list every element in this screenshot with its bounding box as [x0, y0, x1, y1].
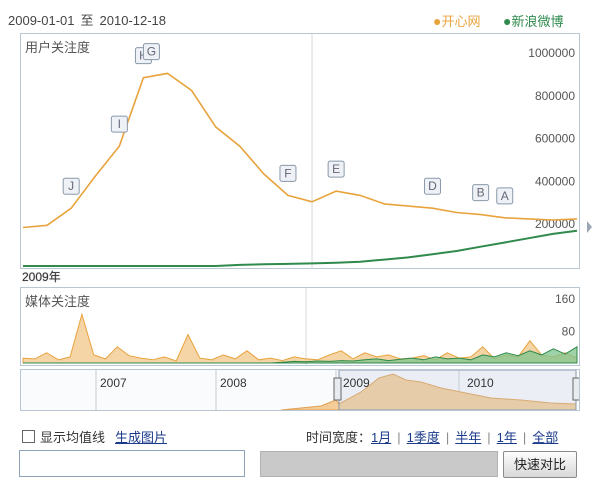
year-label: 2009年 [22, 270, 61, 284]
user-attention-plot[interactable]: 2000004000006000008000001000000JIHGFEDBA [21, 34, 579, 268]
y-tick-label: 160 [555, 292, 575, 306]
event-flag: J [62, 177, 80, 195]
navigator-year-label: 2009 [343, 376, 370, 390]
navigator-plot: 2007 2008 2009 2010 [95, 369, 581, 411]
series-line-weibo [23, 229, 578, 267]
range-half-year[interactable]: 半年 [455, 430, 481, 445]
navigator-year-label: 2007 [100, 376, 127, 390]
generate-image-link[interactable]: 生成图片 [115, 430, 167, 445]
event-flag-label: I [118, 117, 121, 131]
event-flag-label: D [428, 179, 437, 193]
media-area-kaixin [22, 312, 578, 364]
event-flag: I [110, 115, 128, 133]
event-flag-label: J [68, 179, 74, 193]
event-flag: G [142, 43, 160, 61]
user-attention-title: 用户关注度 [25, 40, 91, 55]
navigator-year-label: 2010 [467, 376, 494, 390]
range-all[interactable]: 全部 [532, 430, 558, 445]
y-tick-label: 400000 [535, 174, 575, 188]
y-tick-label: 80 [562, 325, 576, 339]
event-flag: E [327, 160, 345, 178]
event-flag: F [279, 164, 297, 182]
navigator-selection[interactable] [338, 369, 577, 411]
divider: | [487, 430, 491, 445]
scroll-arrow-icon[interactable] [586, 215, 594, 239]
divider: | [445, 430, 450, 445]
range-1-month[interactable]: 1月 [371, 430, 391, 445]
y-tick-label: 1000000 [528, 46, 575, 60]
media-attention-chart: 媒体关注度 80 160 [20, 287, 580, 366]
time-width-controls: 时间宽度：1月 | 1季度 | 半年 | 1年 | 全部 [306, 427, 558, 446]
media-attention-title: 媒体关注度 [25, 294, 91, 309]
options-row: 显示均值线 生成图片 [22, 427, 167, 446]
media-attention-plot[interactable]: 80 160 [21, 288, 579, 365]
quick-compare-button[interactable]: 快速对比 [503, 451, 577, 478]
series-line-kaixin [22, 72, 578, 229]
disabled-field [260, 451, 498, 477]
time-navigator[interactable]: 2007 2008 2009 2010 [20, 369, 581, 411]
range-1-year[interactable]: 1年 [497, 430, 517, 445]
event-flag-label: B [477, 186, 485, 200]
y-tick-label: 800000 [535, 89, 575, 103]
date-separator: 至 [80, 13, 94, 28]
date-end: 2010-12-18 [99, 13, 167, 28]
show-average-label[interactable]: 显示均值线 [40, 430, 105, 445]
navigator-right-handle[interactable] [572, 377, 581, 401]
date-range: 2009-01-01 至 2010-12-18 [8, 10, 166, 29]
event-flag-label: F [284, 166, 291, 180]
navigator-left-handle[interactable] [333, 377, 342, 401]
event-flag: B [472, 184, 490, 202]
legend-label: 开心网 [441, 14, 481, 29]
range-1-quarter[interactable]: 1季度 [407, 430, 440, 445]
date-start: 2009-01-01 [8, 13, 75, 28]
legend-item-weibo[interactable]: ●新浪微博 [503, 11, 563, 30]
event-flag-label: E [332, 162, 340, 176]
user-attention-chart: 用户关注度 2000004000006000008000001000000JIH… [20, 33, 580, 269]
compare-keyword-input[interactable] [19, 450, 245, 477]
show-average-checkbox[interactable] [22, 430, 35, 443]
event-flag-label: A [501, 189, 509, 203]
event-flag: D [423, 177, 441, 195]
legend-item-kaixin[interactable]: ●开心网 [433, 11, 480, 30]
legend-label: 新浪微博 [511, 14, 564, 29]
navigator-year-label: 2008 [220, 376, 247, 390]
time-width-label: 时间宽度： [306, 430, 372, 445]
event-flag: A [496, 187, 514, 205]
divider: | [397, 430, 401, 445]
y-tick-label: 600000 [535, 132, 575, 146]
event-flag-label: G [147, 45, 156, 59]
divider: | [522, 430, 527, 445]
